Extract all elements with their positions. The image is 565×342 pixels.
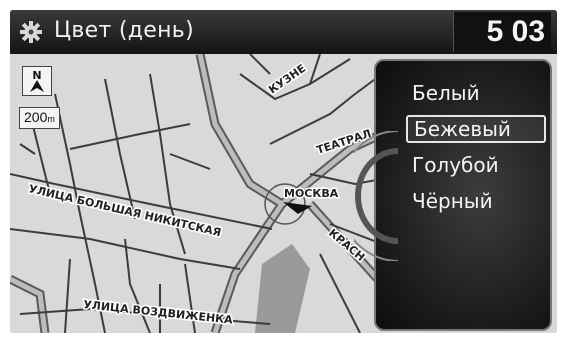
option-white[interactable]: Белый bbox=[406, 79, 546, 107]
option-blue-label: Голубой bbox=[412, 153, 499, 177]
option-black[interactable]: Чёрный bbox=[406, 187, 546, 215]
header-bar: Цвет (день) 5 03 bbox=[10, 10, 557, 54]
scale-value: 200 bbox=[24, 109, 48, 125]
map-label-moskva: МОСКВА bbox=[284, 187, 339, 200]
map-scale[interactable]: 200m bbox=[19, 107, 60, 129]
page-title: Цвет (день) bbox=[54, 18, 194, 43]
option-blue[interactable]: Голубой bbox=[406, 151, 546, 179]
color-selection-panel: Белый Бежевый Голубой Чёрный bbox=[354, 59, 552, 331]
navigation-screen: Цвет (день) 5 03 КУЗНЕ ТЕАТРАЛ МОСКВА УЛ… bbox=[10, 10, 557, 333]
option-beige[interactable]: Бежевый bbox=[406, 115, 546, 143]
scale-unit: m bbox=[47, 114, 55, 124]
clock-display: 5 03 bbox=[453, 12, 551, 52]
map-view[interactable]: КУЗНЕ ТЕАТРАЛ МОСКВА УЛИЦА БОЛЬШАЯ НИКИТ… bbox=[10, 54, 557, 333]
option-beige-label: Бежевый bbox=[414, 117, 511, 141]
gear-icon bbox=[20, 21, 42, 43]
compass-north-icon[interactable]: N bbox=[22, 66, 52, 96]
option-white-label: Белый bbox=[412, 81, 480, 105]
option-black-label: Чёрный bbox=[412, 189, 493, 213]
scroll-dial-icon bbox=[354, 131, 398, 261]
